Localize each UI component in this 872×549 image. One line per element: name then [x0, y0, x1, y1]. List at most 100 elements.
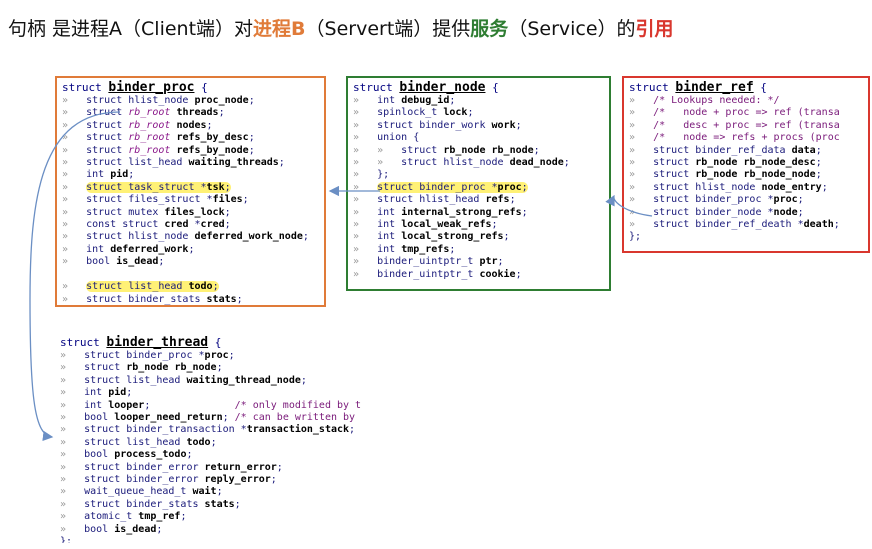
struct-keyword: struct [60, 336, 100, 349]
indent-marker: » [629, 194, 654, 206]
indent-marker: » [629, 95, 654, 106]
indent-marker: » [353, 194, 378, 206]
ref-struct-header: struct binder_ref { [629, 81, 863, 95]
proc-field-0: » struct hlist_node proc_node; [62, 95, 319, 107]
field-text: struct binder_ref_data data; [653, 144, 822, 156]
field-text: struct task_struct *tsk; [86, 181, 231, 193]
thread-field-2: » struct list_head waiting_thread_node; [60, 375, 380, 387]
ref-field-10: » struct binder_ref_death *death; [629, 219, 863, 231]
proc-field-6: » int pid; [62, 169, 319, 181]
field-text: struct rb_node rb_node_desc; [653, 157, 822, 169]
field-text: struct binder_proc *proc; [84, 350, 235, 361]
indent-marker: » [629, 181, 654, 193]
field-text: struct binder_transaction *transaction_s… [84, 424, 356, 436]
thread-close-brace: }; [60, 536, 73, 543]
struct-keyword: struct [629, 81, 669, 94]
indent-marker: » » [353, 157, 402, 169]
indent-marker: » [629, 119, 654, 131]
ref-field-2: » /* desc + proc => ref (transa [629, 120, 863, 132]
node-field-7: » struct binder_proc *proc; [353, 181, 604, 194]
thread-field-6: » struct binder_transaction *transaction… [60, 424, 380, 436]
proc-field-15: » struct list_head todo; [62, 281, 319, 293]
thread-field-0: » struct binder_proc *proc; [60, 350, 380, 362]
thread-struct-header: struct binder_thread { [60, 336, 380, 350]
node-field-10: » int local_weak_refs; [353, 219, 604, 231]
indent-marker: » [62, 231, 87, 243]
field-text: int pid; [84, 387, 133, 399]
indent-marker: » [62, 243, 87, 255]
title-part-2: （Servert端）提供 [305, 18, 471, 40]
node-field-9: » int internal_strong_refs; [353, 207, 604, 219]
field-text: /* Lookups needed: */ [653, 95, 780, 106]
field-text: struct mutex files_lock; [86, 206, 231, 218]
indent-marker: » » [353, 144, 402, 156]
thread-field-7: » struct list_head todo; [60, 437, 380, 449]
indent-marker: » [60, 498, 85, 510]
ref-field-6: » struct rb_node rb_node_node; [629, 169, 863, 181]
field-text: struct list_head todo; [86, 281, 219, 293]
title-part-1: 进程B [253, 18, 306, 40]
node-field-14: » binder_uintptr_t cookie; [353, 269, 604, 281]
indent-marker: » [60, 412, 85, 424]
struct-keyword: struct [353, 81, 393, 94]
field-text: struct binder_proc *proc; [377, 181, 528, 193]
field-text: struct list_head delivered_death; [86, 306, 285, 307]
field-text: struct rb_root refs_by_node; [86, 144, 255, 156]
field-text: union { [377, 132, 420, 144]
thread-field-1: » struct rb_node rb_node; [60, 362, 380, 374]
field-text: struct rb_root refs_by_desc; [86, 132, 255, 144]
field-text: spinlock_t lock; [377, 107, 474, 119]
field-text: struct binder_stats stats; [86, 293, 243, 305]
indent-marker: » [62, 132, 87, 144]
indent-marker: » [629, 219, 654, 231]
indent-marker: » [629, 206, 654, 218]
indent-marker [62, 269, 68, 280]
field-text: /* desc + proc => ref (transa [653, 119, 840, 131]
node-field-3: » union { [353, 132, 604, 144]
indent-marker: » [62, 256, 87, 268]
indent-marker: » [60, 362, 85, 374]
thread-field-9: » struct binder_error return_error; [60, 462, 380, 474]
indent-marker: » [629, 169, 654, 181]
open-brace: { [214, 336, 222, 349]
node-field-11: » int local_strong_refs; [353, 231, 604, 243]
field-text: struct binder_node *node; [653, 206, 804, 218]
ref-field-9: » struct binder_node *node; [629, 207, 863, 219]
ref-field-1: » /* node + proc => ref (transa [629, 107, 863, 119]
proc-field-13: » bool is_dead; [62, 256, 319, 268]
struct-keyword: struct [62, 81, 102, 94]
node-field-5: » » struct hlist_node dead_node; [353, 157, 604, 169]
field-text: struct hlist_head refs; [377, 194, 516, 206]
title-part-3: 服务 [470, 18, 509, 40]
ref-field-7: » struct hlist_node node_entry; [629, 182, 863, 194]
field-text: struct hlist_node proc_node; [86, 95, 255, 106]
field-text: const struct cred *cred; [86, 219, 231, 231]
binder-node-struct-box: struct binder_node {» int debug_id;» spi… [346, 76, 611, 291]
indent-marker: » [60, 461, 85, 473]
field-text: struct hlist_node dead_node; [401, 157, 570, 169]
ref-field-4: » struct binder_ref_data data; [629, 145, 863, 157]
indent-marker: » [353, 95, 378, 106]
indent-marker: » [60, 511, 85, 523]
ref-field-8: » struct binder_proc *proc; [629, 194, 863, 206]
field-text: bool is_dead; [84, 523, 163, 535]
field-text: int local_strong_refs; [377, 231, 510, 243]
ref-close-brace: }; [629, 231, 642, 243]
field-text: bool process_todo; [84, 449, 193, 461]
struct-name: binder_node [399, 80, 486, 95]
indent-marker: » [60, 474, 85, 486]
field-text: struct list_head todo; [84, 436, 217, 448]
indent-marker: » [62, 181, 87, 193]
struct-name: binder_thread [106, 335, 209, 350]
indent-marker: » [62, 306, 86, 307]
field-text: /* node + proc => ref (transa [653, 107, 840, 119]
field-text: struct binder_proc *proc; [653, 194, 804, 206]
indent-marker: » [62, 194, 87, 206]
thread-field-5: » bool looper_need_return; /* can be wri… [60, 412, 380, 424]
field-text: struct hlist_node node_entry; [653, 181, 828, 193]
proc-field-16: » struct binder_stats stats; [62, 294, 319, 306]
field-text: /* node => refs + procs (proc [653, 132, 840, 144]
thread-field-10: » struct binder_error reply_error; [60, 474, 380, 486]
indent-marker: » [353, 181, 378, 193]
binder-ref-struct-box: struct binder_ref {» /* Lookups needed: … [622, 76, 870, 253]
